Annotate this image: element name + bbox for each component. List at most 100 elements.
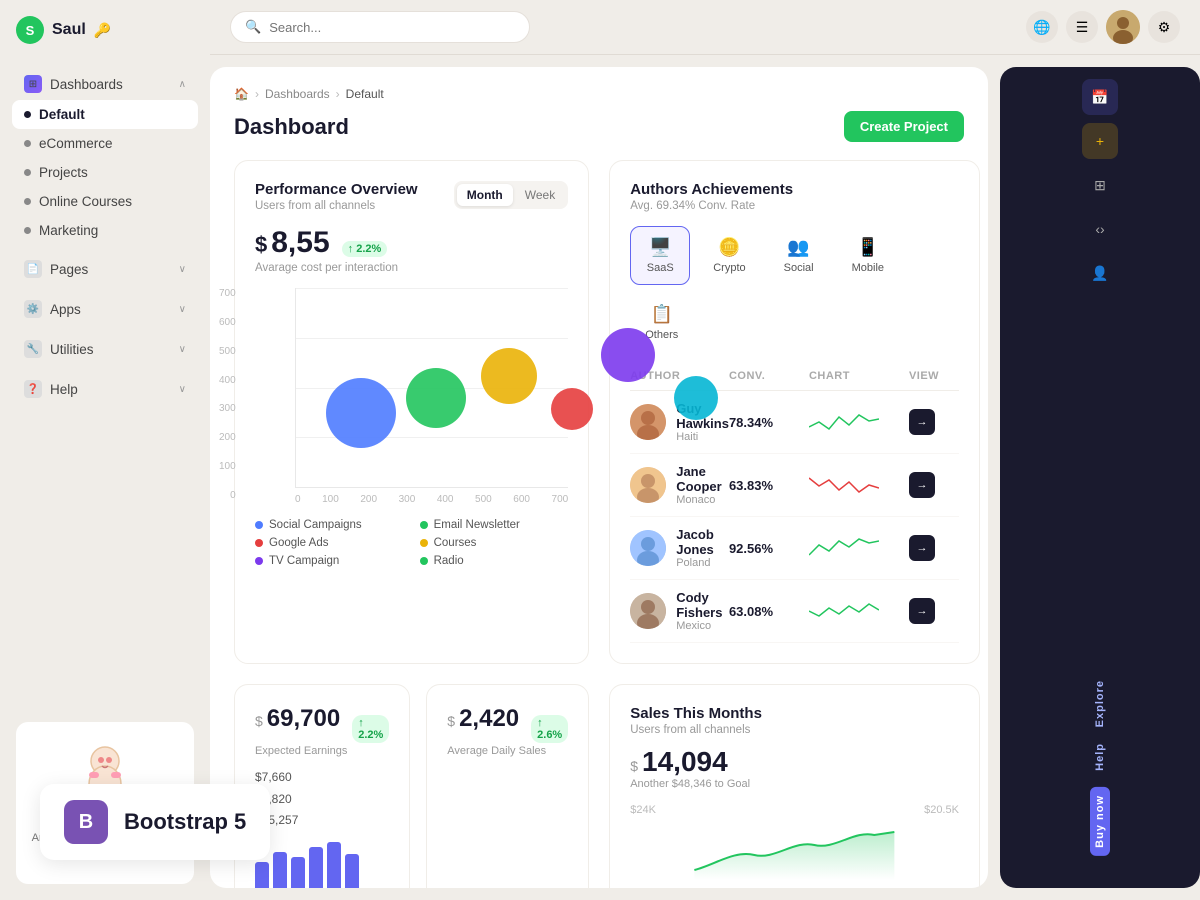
chevron-icon: ∨ [179,384,186,395]
author-avatar-jacob [630,530,666,566]
help-icon: ❓ [24,380,42,398]
chart-legend: Social Campaigns Email Newsletter Google… [255,519,568,567]
legend-label-google: Google Ads [269,537,328,549]
author-info-jacob: Jacob Jones Poland [630,527,729,569]
perf-header: Performance Overview Users from all chan… [255,181,568,212]
sidebar-item-label-default: Default [39,107,85,122]
app-name: Saul [52,21,86,39]
sidebar-item-label-dashboards: Dashboards [50,77,123,92]
mobile-icon: 📱 [857,237,879,258]
sidebar-item-default[interactable]: Default [12,100,198,129]
tab-saas[interactable]: 🖥️ SaaS [630,226,690,285]
sidebar-item-marketing[interactable]: Marketing [12,216,198,245]
authors-tabs: 🖥️ SaaS 🪙 Crypto 👥 Social 📱 [630,226,959,352]
nav-dot [24,111,31,118]
nav-section-pages: 📄 Pages ∨ [0,249,210,289]
view-btn-cody[interactable]: → [909,598,935,624]
page-title-row: Dashboard Create Project [234,111,964,142]
chevron-icon: ∨ [179,304,186,315]
avatar[interactable] [1106,10,1140,44]
earnings-badge: 2.2% [352,715,389,743]
sidebar-item-apps[interactable]: ⚙️ Apps ∨ [12,293,198,325]
panel-calendar-icon[interactable]: 📅 [1082,79,1118,115]
right-panel: 📅 + ⊞ ‹› 👤 Explore Help Buy now [1000,67,1200,888]
sidebar-item-label-help: Help [50,382,78,397]
panel-user-icon[interactable]: 👤 [1082,255,1118,291]
earnings-value: 69,700 [267,705,340,733]
sidebar-item-ecommerce[interactable]: eCommerce [12,129,198,158]
toggle-month-button[interactable]: Month [457,184,513,206]
buy-now-label[interactable]: Buy now [1090,787,1110,856]
daily-sales-badge: 2.6% [531,715,568,743]
view-btn-guy[interactable]: → [909,409,935,435]
daily-sales-label: Average Daily Sales [447,745,568,757]
perf-value: 8,55 [271,226,329,260]
bubble-chart-container: 7006005004003002001000 [255,288,568,505]
notification-icon[interactable]: 🌐 [1026,11,1058,43]
bubble-email [406,368,466,428]
tab-crypto[interactable]: 🪙 Crypto [698,226,760,285]
legend-label-tv: TV Campaign [269,555,339,567]
sidebar-item-help[interactable]: ❓ Help ∨ [12,373,198,405]
explore-label[interactable]: Explore [1094,680,1106,727]
tab-crypto-label: Crypto [713,262,745,274]
author-location-guy: Haiti [676,431,729,443]
sidebar-item-label-online-courses: Online Courses [39,194,132,209]
settings-icon[interactable]: ⚙ [1148,11,1180,43]
sales-y1: $24K [630,804,656,816]
bubble-tv [601,328,655,382]
legend-dot-tv [255,557,263,565]
sidebar-item-utilities[interactable]: 🔧 Utilities ∨ [12,333,198,365]
performance-toggle: Month Week [454,181,568,209]
sidebar-item-pages[interactable]: 📄 Pages ∨ [12,253,198,285]
tab-social[interactable]: 👥 Social [769,226,829,285]
sidebar-item-label-ecommerce: eCommerce [39,136,113,151]
conv-rate-guy: 78.34% [729,415,809,430]
earnings-label: Expected Earnings [255,745,389,757]
sales-area-chart [630,820,959,880]
content-area: 🏠 › Dashboards › Default Dashboard Creat… [210,55,1200,900]
author-name-jane: Jane Cooper [676,464,729,494]
sales-goal-text: Another $48,346 to Goal [630,778,959,790]
sidebar-item-label-marketing: Marketing [39,223,98,238]
bottom-left-stats: $ 69,700 2.2% Expected Earnings $7,660 $… [234,684,589,888]
conv-rate-cody: 63.08% [729,604,809,619]
view-btn-jane[interactable]: → [909,472,935,498]
authors-subtitle: Avg. 69.34% Conv. Rate [630,200,959,212]
bubble-google-ads [551,388,593,430]
nav-dot [24,140,31,147]
apps-icon: ⚙️ [24,300,42,318]
legend-label-email: Email Newsletter [434,519,520,531]
author-location-jacob: Poland [676,557,729,569]
toggle-week-button[interactable]: Week [515,184,565,206]
panel-add-icon[interactable]: + [1082,123,1118,159]
sidebar-item-projects[interactable]: Projects [12,158,198,187]
menu-icon[interactable]: ☰ [1066,11,1098,43]
help-label[interactable]: Help [1094,743,1106,771]
y-axis: 7006005004003002001000 [219,288,236,505]
search-input[interactable] [269,20,515,35]
bubble-chart [295,288,568,488]
author-avatar-jane [630,467,666,503]
panel-code-icon[interactable]: ‹› [1082,211,1118,247]
panel-side-buttons: Explore Help Buy now [1000,668,1200,868]
tab-social-label: Social [784,262,814,274]
legend-dot-courses [420,539,428,547]
utilities-icon: 🔧 [24,340,42,358]
home-icon: 🏠 [234,87,249,101]
sidebar-item-dashboards[interactable]: ⊞ Dashboards ∧ [12,68,198,100]
breadcrumb: 🏠 › Dashboards › Default [234,87,964,101]
panel-grid-icon[interactable]: ⊞ [1082,167,1118,203]
sidebar-item-label-pages: Pages [50,262,88,277]
author-info-cody: Cody Fishers Mexico [630,590,729,632]
sidebar-item-label-apps: Apps [50,302,81,317]
breadcrumb-dashboards[interactable]: Dashboards [265,87,330,101]
sidebar-item-online-courses[interactable]: Online Courses [12,187,198,216]
social-icon: 👥 [787,237,809,258]
legend-dot-email [420,521,428,529]
chevron-icon: ∧ [179,79,186,90]
tab-mobile[interactable]: 📱 Mobile [837,226,899,285]
view-btn-jacob[interactable]: → [909,535,935,561]
create-project-button[interactable]: Create Project [844,111,964,142]
search-box[interactable]: 🔍 [230,11,530,43]
